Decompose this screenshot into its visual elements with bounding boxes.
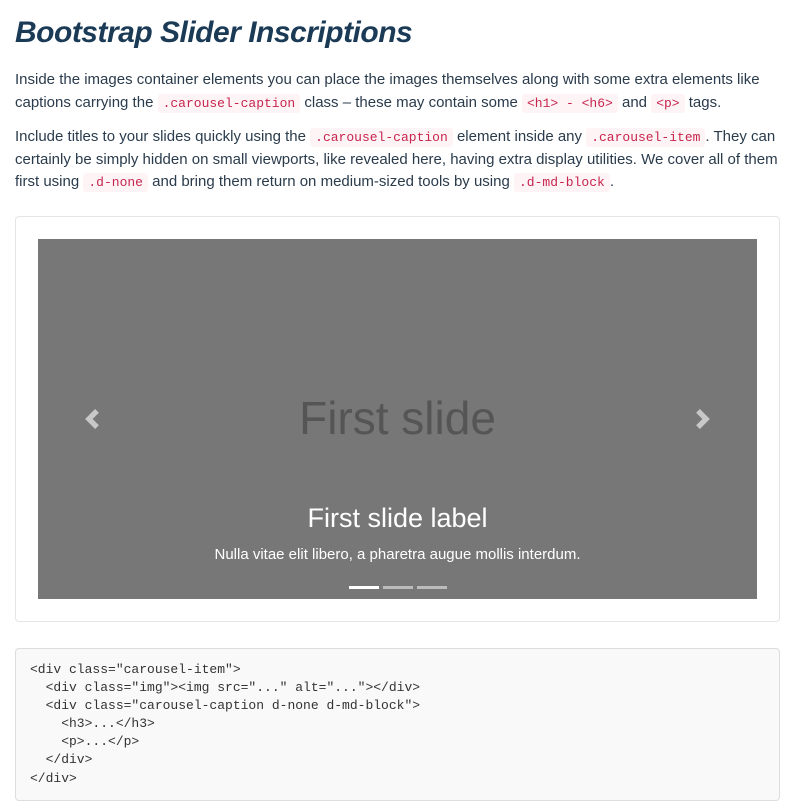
- text: Include titles to your slides quickly us…: [15, 128, 310, 145]
- chevron-left-icon: [82, 409, 102, 429]
- intro-paragraph-2: Include titles to your slides quickly us…: [15, 126, 780, 194]
- carousel-next-button[interactable]: [649, 239, 757, 599]
- carousel-demo-card: First slide First slide label Nulla vita…: [15, 216, 780, 622]
- code-carousel-caption: .carousel-caption: [158, 94, 301, 113]
- text: .: [610, 173, 614, 190]
- carousel-caption: First slide label Nulla vitae elit liber…: [146, 498, 649, 567]
- code-carousel-item: .carousel-item: [586, 128, 705, 147]
- intro-paragraph-1: Inside the images container elements you…: [15, 69, 780, 114]
- caption-text: Nulla vitae elit libero, a pharetra augu…: [146, 544, 649, 567]
- carousel-indicators: [38, 586, 757, 589]
- carousel-indicator-3[interactable]: [417, 586, 447, 589]
- code-carousel-caption: .carousel-caption: [310, 128, 453, 147]
- text: class – these may contain some: [300, 94, 522, 111]
- code-p-tag: <p>: [651, 94, 684, 113]
- code-example: <div class="carousel-item"> <div class="…: [15, 648, 780, 801]
- page-title: Bootstrap Slider Inscriptions: [15, 10, 780, 55]
- text: and bring them return on medium-sized to…: [148, 173, 514, 190]
- text: and: [618, 94, 651, 111]
- code-h1-h6: <h1> - <h6>: [522, 94, 618, 113]
- carousel-indicator-2[interactable]: [383, 586, 413, 589]
- text: tags.: [685, 94, 722, 111]
- carousel-prev-button[interactable]: [38, 239, 146, 599]
- carousel-indicator-1[interactable]: [349, 586, 379, 589]
- chevron-right-icon: [693, 409, 713, 429]
- carousel: First slide First slide label Nulla vita…: [38, 239, 757, 599]
- code-d-none: .d-none: [83, 173, 148, 192]
- text: element inside any: [453, 128, 586, 145]
- caption-title: First slide label: [146, 498, 649, 539]
- code-d-md-block: .d-md-block: [514, 173, 610, 192]
